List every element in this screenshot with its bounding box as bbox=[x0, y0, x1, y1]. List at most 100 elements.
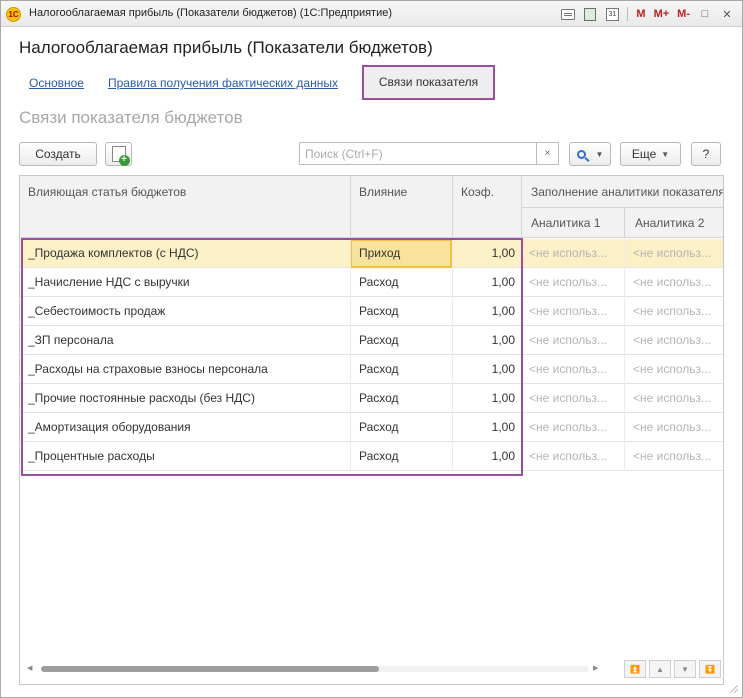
tab-actual-data-rules[interactable]: Правила получения фактических данных bbox=[108, 76, 338, 90]
scroll-right-icon[interactable]: ▶ bbox=[593, 664, 598, 674]
cell-analytics-1[interactable]: <не использ... bbox=[529, 326, 621, 354]
column-header-influence[interactable]: Влияние bbox=[359, 185, 407, 199]
move-up-button[interactable]: ▲ bbox=[649, 660, 671, 678]
table-row[interactable]: _ЗП персонала Расход 1,00 <не использ... <не… bbox=[20, 326, 723, 355]
table-row[interactable]: _Себестоимость продаж Расход 1,00 <не испол… bbox=[20, 297, 723, 326]
tab-main[interactable]: Основное bbox=[29, 76, 84, 90]
section-title: Связи показателя бюджетов bbox=[19, 108, 243, 127]
cell-article[interactable]: _Прочие постоянные расходы (без НДС) bbox=[28, 384, 346, 412]
cell-analytics-1[interactable]: <не использ... bbox=[529, 384, 621, 412]
cell-analytics-1[interactable]: <не использ... bbox=[529, 268, 621, 296]
table-row[interactable]: _Продажа комплектов (с НДС) Приход 1,00 <не… bbox=[20, 239, 723, 268]
cell-coef[interactable]: 1,00 bbox=[456, 413, 515, 441]
clear-search-button[interactable]: × bbox=[537, 142, 559, 165]
table-navigation: ⏫ ▲ ▼ ⏬ bbox=[624, 660, 721, 678]
scroll-left-icon[interactable]: ◀ bbox=[27, 664, 32, 674]
cell-article[interactable]: _Начисление НДС с выручки bbox=[28, 268, 346, 296]
column-header-article[interactable]: Влияющая статья бюджетов bbox=[28, 185, 186, 199]
cell-analytics-2[interactable]: <не использ... bbox=[633, 239, 723, 267]
document-icon bbox=[561, 8, 576, 20]
cell-article[interactable]: _Продажа комплектов (с НДС) bbox=[28, 239, 346, 267]
column-divider bbox=[624, 207, 625, 238]
calculator-icon[interactable] bbox=[581, 6, 599, 22]
links-table[interactable]: Влияющая статья бюджетов Влияние Коэф. З… bbox=[19, 175, 724, 685]
cell-influence[interactable]: Расход bbox=[359, 442, 449, 470]
create-button[interactable]: Создать bbox=[19, 142, 97, 166]
cell-article[interactable]: _Амортизация оборудования bbox=[28, 413, 346, 441]
cell-analytics-1[interactable]: <не использ... bbox=[529, 442, 621, 470]
cell-article[interactable]: _Себестоимость продаж bbox=[28, 297, 346, 325]
cell-analytics-1[interactable]: <не использ... bbox=[529, 413, 621, 441]
table-row[interactable]: _Процентные расходы Расход 1,00 <не использ… bbox=[20, 442, 723, 471]
cell-coef[interactable]: 1,00 bbox=[456, 442, 515, 470]
cell-influence[interactable]: Расход bbox=[359, 326, 449, 354]
horizontal-scrollbar[interactable]: ◀ ▶ bbox=[27, 664, 607, 674]
cell-coef[interactable]: 1,00 bbox=[456, 355, 515, 383]
tab-indicator-links[interactable]: Связи показателя bbox=[362, 65, 495, 100]
cell-analytics-2[interactable]: <не использ... bbox=[633, 442, 723, 470]
column-divider bbox=[521, 355, 522, 384]
cell-influence[interactable]: Расход bbox=[359, 413, 449, 441]
cell-influence[interactable]: Расход bbox=[359, 268, 449, 296]
column-header-coef[interactable]: Коэф. bbox=[461, 185, 494, 199]
column-divider bbox=[350, 413, 351, 442]
search-input[interactable]: Поиск (Ctrl+F) bbox=[299, 142, 537, 165]
move-to-top-button[interactable]: ⏫ bbox=[624, 660, 646, 678]
cell-article[interactable]: _ЗП персонала bbox=[28, 326, 346, 354]
column-divider bbox=[452, 297, 453, 326]
column-header-analytics-group: Заполнение аналитики показателя bbox=[531, 185, 723, 199]
memory-plus-button[interactable]: M+ bbox=[652, 6, 672, 22]
calendar-icon[interactable]: 31 bbox=[603, 6, 621, 22]
memory-minus-button[interactable]: M- bbox=[675, 6, 692, 22]
move-down-button[interactable]: ▼ bbox=[674, 660, 696, 678]
column-divider bbox=[452, 442, 453, 471]
close-window-button[interactable]: ✕ bbox=[718, 6, 736, 22]
scrollbar-thumb[interactable] bbox=[41, 666, 379, 672]
cell-analytics-1[interactable]: <не использ... bbox=[529, 297, 621, 325]
cell-coef[interactable]: 1,00 bbox=[456, 268, 515, 296]
move-to-bottom-button[interactable]: ⏬ bbox=[699, 660, 721, 678]
table-row[interactable]: _Прочие постоянные расходы (без НДС) Расх… bbox=[20, 384, 723, 413]
cell-article[interactable]: _Процентные расходы bbox=[28, 442, 346, 470]
cell-coef[interactable]: 1,00 bbox=[456, 326, 515, 354]
cell-coef[interactable]: 1,00 bbox=[456, 297, 515, 325]
search-options-button[interactable]: ▼ bbox=[569, 142, 611, 166]
cell-analytics-1[interactable]: <не использ... bbox=[529, 355, 621, 383]
add-document-icon bbox=[111, 146, 130, 166]
more-button[interactable]: Еще ▼ bbox=[620, 142, 681, 166]
cell-article[interactable]: _Расходы на страховые взносы персонала bbox=[28, 355, 346, 383]
memory-m-button[interactable]: M bbox=[634, 6, 647, 22]
cell-coef[interactable]: 1,00 bbox=[456, 239, 515, 267]
toolbar-divider bbox=[627, 7, 629, 21]
cell-analytics-2[interactable]: <не использ... bbox=[633, 384, 723, 412]
print-icon[interactable] bbox=[559, 6, 577, 22]
cell-analytics-2[interactable]: <не использ... bbox=[633, 413, 723, 441]
cell-influence[interactable]: Расход bbox=[359, 355, 449, 383]
column-divider bbox=[624, 239, 625, 268]
chevron-down-icon: ▼ bbox=[661, 149, 670, 159]
cell-coef[interactable]: 1,00 bbox=[456, 384, 515, 412]
column-divider bbox=[521, 442, 522, 471]
restore-window-button[interactable]: □ bbox=[696, 6, 714, 22]
title-bar-tools: 31 M M+ M- □ ✕ bbox=[559, 5, 736, 23]
table-row[interactable]: _Расходы на страховые взносы персонала Ра… bbox=[20, 355, 723, 384]
cell-influence[interactable]: Расход bbox=[359, 384, 449, 412]
chevron-down-icon: ▼ bbox=[595, 149, 604, 159]
cell-influence[interactable]: Расход bbox=[359, 297, 449, 325]
cell-analytics-2[interactable]: <не использ... bbox=[633, 355, 723, 383]
column-divider bbox=[350, 442, 351, 471]
add-copy-button[interactable] bbox=[105, 142, 132, 166]
cell-analytics-1[interactable]: <не использ... bbox=[529, 239, 621, 267]
table-row[interactable]: _Начисление НДС с выручки Расход 1,00 <не и… bbox=[20, 268, 723, 297]
table-row[interactable]: _Амортизация оборудования Расход 1,00 <не и… bbox=[20, 413, 723, 442]
cell-analytics-2[interactable]: <не использ... bbox=[633, 326, 723, 354]
help-button[interactable]: ? bbox=[691, 142, 721, 166]
column-header-analytics-2[interactable]: Аналитика 2 bbox=[635, 216, 704, 230]
cell-analytics-2[interactable]: <не использ... bbox=[633, 268, 723, 296]
column-header-analytics-1[interactable]: Аналитика 1 bbox=[531, 216, 600, 230]
cell-analytics-2[interactable]: <не использ... bbox=[633, 297, 723, 325]
column-divider bbox=[624, 442, 625, 471]
resize-grip-icon[interactable] bbox=[730, 685, 738, 693]
column-divider bbox=[350, 355, 351, 384]
cell-influence[interactable]: Приход bbox=[359, 239, 449, 267]
